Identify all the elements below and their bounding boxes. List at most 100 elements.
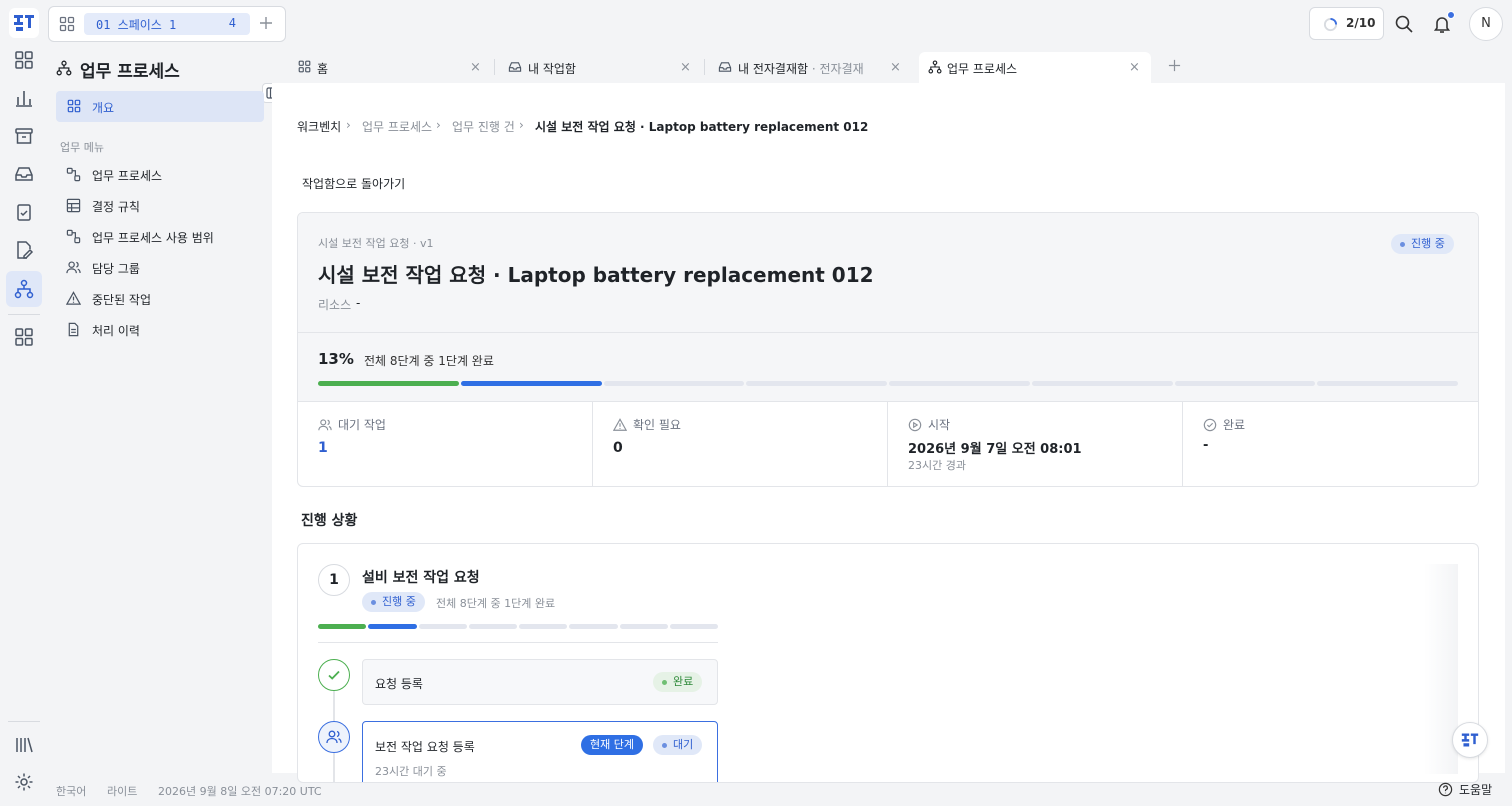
stat-needs-check: 확인 필요 0 <box>593 402 888 486</box>
stage-progress-text: 전체 8단계 중 1단계 완료 <box>436 597 556 610</box>
sidebar-item-history[interactable]: 처리 이력 <box>92 322 140 339</box>
breadcrumb-item[interactable]: 워크벤치 <box>297 118 341 135</box>
search-icon[interactable] <box>1394 14 1414 34</box>
stage-progress-bar <box>318 624 718 629</box>
step-done-marker <box>318 659 350 691</box>
clipboard-check-icon[interactable] <box>10 198 38 226</box>
dashboard-icon[interactable] <box>10 46 38 74</box>
settings-icon[interactable] <box>10 768 38 796</box>
inbox-icon <box>508 62 522 72</box>
process-icon <box>66 229 81 244</box>
step-sub: 23시간 대기 중 <box>375 765 447 778</box>
tab-my-tasks-label: 내 작업함 <box>528 62 576 76</box>
breadcrumb-item[interactable]: 업무 프로세스 <box>362 118 432 135</box>
progress-text: 전체 8단계 중 1단계 완료 <box>364 354 494 368</box>
breadcrumb-item[interactable]: 업무 진행 건 <box>452 118 515 135</box>
sidebar-item-process[interactable]: 업무 프로세스 <box>92 167 162 184</box>
notification-dot <box>1447 11 1455 19</box>
sidebar-item-overview[interactable] <box>56 91 264 122</box>
sidebar-item-groups[interactable]: 담당 그룹 <box>92 260 140 277</box>
warning-icon <box>66 291 81 306</box>
close-icon[interactable]: × <box>680 60 691 75</box>
process-icon <box>66 167 81 182</box>
tab-approvals[interactable]: 내 전자결재함 · 전자결재 × <box>710 52 910 82</box>
tab-process-label: 업무 프로세스 <box>947 62 1018 76</box>
grid-icon[interactable] <box>59 16 75 32</box>
progress-section-title: 진행 상황 <box>301 513 358 529</box>
tab-approvals-sub: · 전자결재 <box>808 62 864 76</box>
task-progress-button[interactable]: 2/10 <box>1309 7 1384 40</box>
tab-home[interactable]: 홈 × <box>290 52 490 82</box>
progress-percent: 13% <box>318 350 354 368</box>
space-chip[interactable]: 01 스페이스 1 4 <box>84 13 250 35</box>
close-icon[interactable]: × <box>470 60 481 75</box>
stat-value: 2026년 9월 7일 오전 08:01 <box>908 442 1082 457</box>
stat-value[interactable]: 1 <box>318 440 328 456</box>
breadcrumb-current: 시설 보전 작업 요청 · Laptop battery replacement… <box>535 120 869 134</box>
stage-card: 1 설비 보전 작업 요청 진행 중 전체 8단계 중 1단계 완료 요청 등록… <box>297 543 1479 783</box>
sidebar-item-process-scope[interactable]: 업무 프로세스 사용 범위 <box>92 229 214 246</box>
language-selector[interactable]: 한국어 <box>56 783 86 799</box>
archive-icon[interactable] <box>10 122 38 150</box>
close-icon[interactable]: × <box>890 60 901 75</box>
stage-status-badge: 진행 중 <box>362 592 425 612</box>
stat-label: 완료 <box>1223 418 1246 432</box>
instance-progress: 13% 전체 8단계 중 1단계 완료 <box>298 333 1478 402</box>
step-item-current[interactable]: 보전 작업 요청 등록 현재 단계 대기 23시간 대기 중 <box>362 721 718 782</box>
step-status-badge: 완료 <box>653 672 703 692</box>
apps-icon[interactable] <box>10 323 38 351</box>
tab-process[interactable]: 업무 프로세스 × <box>919 52 1151 82</box>
stage-divider <box>318 642 718 643</box>
stat-label: 확인 필요 <box>633 418 681 432</box>
stat-waiting: 대기 작업 1 <box>298 402 593 486</box>
progress-segment <box>418 624 467 629</box>
sidebar-item-decision-rules[interactable]: 결정 규칙 <box>92 198 140 215</box>
progress-segment <box>1317 381 1458 386</box>
progress-segment <box>519 624 568 629</box>
stat-label: 대기 작업 <box>338 418 386 432</box>
logo-icon <box>1461 733 1479 747</box>
progress-segment <box>460 381 602 386</box>
help-link[interactable]: 도움말 <box>1438 781 1492 798</box>
sidebar-item-halted[interactable]: 중단된 작업 <box>92 291 151 308</box>
progress-segment <box>318 381 459 386</box>
tab-home-label: 홈 <box>317 62 329 76</box>
help-icon <box>1438 782 1453 797</box>
rail-divider-bottom <box>8 721 40 722</box>
workflow-icon <box>56 60 72 76</box>
workflow-icon <box>928 60 942 74</box>
close-icon[interactable]: × <box>1129 60 1140 75</box>
document-icon <box>66 322 81 337</box>
instance-card: 시설 보전 작업 요청 · v1 시설 보전 작업 요청 · Laptop ba… <box>297 212 1479 487</box>
add-space-icon[interactable] <box>259 16 273 30</box>
step-item[interactable]: 요청 등록 완료 <box>362 659 718 705</box>
stage-number: 1 <box>318 564 350 596</box>
avatar[interactable]: N <box>1469 7 1503 41</box>
tab-my-tasks[interactable]: 내 작업함 × <box>500 52 700 82</box>
assistant-button[interactable] <box>1452 722 1488 758</box>
theme-selector[interactable]: 라이트 <box>107 783 137 799</box>
progress-segment <box>669 624 718 629</box>
progress-segment <box>603 381 745 386</box>
resource-label: 리소스 <box>318 298 352 312</box>
step-title: 요청 등록 <box>375 677 423 691</box>
check-circle-icon <box>1203 418 1217 431</box>
library-icon[interactable] <box>10 731 38 759</box>
app-logo[interactable] <box>9 8 39 38</box>
space-count: 4 <box>228 16 236 30</box>
back-to-inbox-link[interactable]: 작업함으로 돌아가기 <box>302 175 405 192</box>
progress-segment <box>1031 381 1173 386</box>
stat-value: 0 <box>613 440 623 456</box>
resource-value: - <box>356 296 361 310</box>
check-icon <box>328 670 340 680</box>
grid-icon <box>67 99 81 113</box>
tab-divider <box>494 59 495 75</box>
new-tab-icon[interactable] <box>1168 59 1181 72</box>
edit-document-icon[interactable] <box>10 236 38 264</box>
chart-icon[interactable] <box>10 84 38 112</box>
footer-timestamp: 2026년 9월 8일 오전 07:20 UTC <box>158 785 322 798</box>
inbox-icon[interactable] <box>10 160 38 188</box>
current-step-badge: 현재 단계 <box>581 735 643 755</box>
progress-segment <box>318 624 367 629</box>
workflow-icon[interactable] <box>10 275 38 303</box>
